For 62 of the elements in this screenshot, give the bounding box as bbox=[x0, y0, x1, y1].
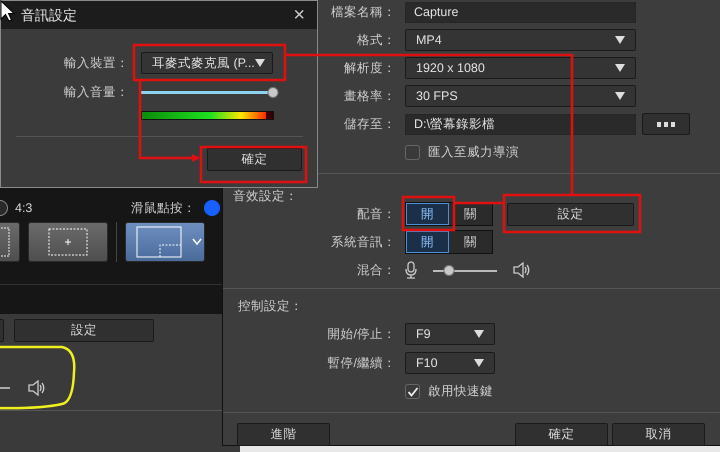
field-label: 畫格率： bbox=[344, 88, 396, 105]
field-label: 開始/停止： bbox=[328, 326, 396, 343]
caret-icon bbox=[474, 330, 484, 338]
mix-slider[interactable] bbox=[433, 264, 497, 276]
text-field[interactable]: Capture bbox=[405, 2, 636, 22]
mouse-click-label: 滑鼠點按： bbox=[131, 200, 196, 217]
dropdown[interactable]: F10 bbox=[405, 352, 495, 374]
dialog-title: 音訊設定 bbox=[21, 6, 77, 24]
dropdown[interactable]: F9 bbox=[405, 323, 495, 346]
connector-line bbox=[454, 202, 504, 204]
field-label: 系統音訊： bbox=[331, 234, 396, 251]
dropdown[interactable]: 30 FPS bbox=[405, 85, 636, 107]
window-region-button[interactable] bbox=[125, 222, 205, 262]
dashed-frame-plus-icon bbox=[47, 227, 89, 257]
window-frame-icon bbox=[136, 226, 182, 258]
field-label: 暫停/繼續： bbox=[328, 354, 396, 372]
volume-slider[interactable] bbox=[141, 86, 278, 98]
radio-label: 4:3 bbox=[15, 200, 32, 217]
dropdown[interactable]: 耳麥式麥克風 (P... bbox=[141, 52, 273, 74]
checkbox-label: 匯入至威力導演 bbox=[428, 144, 519, 161]
advanced-button[interactable]: 進階 bbox=[237, 422, 330, 446]
section-label: 控制設定： bbox=[238, 298, 304, 315]
checkbox-label: 啟用快速鍵 bbox=[428, 383, 493, 400]
toggle-dot[interactable] bbox=[204, 200, 220, 216]
cancel-button[interactable]: 取消 bbox=[612, 422, 705, 446]
speaker-icon bbox=[28, 380, 46, 396]
close-button[interactable]: × bbox=[293, 5, 305, 25]
ok-button[interactable]: 確定 bbox=[207, 148, 302, 171]
field-label: 儲存至： bbox=[344, 116, 396, 133]
dropdown[interactable]: 1920 x 1080 bbox=[405, 57, 636, 79]
settings-button[interactable]: 設定 bbox=[507, 202, 634, 226]
field-label: 輸入裝置： bbox=[63, 54, 129, 72]
field-label: 輸入音量： bbox=[63, 84, 129, 101]
check-icon bbox=[406, 386, 418, 398]
field-label: 混合： bbox=[357, 262, 396, 279]
microphone-icon bbox=[405, 261, 417, 279]
toggle-option[interactable]: 開 bbox=[406, 231, 449, 253]
caret-icon bbox=[615, 64, 625, 72]
more-icon bbox=[657, 122, 675, 126]
dropdown[interactable]: MP4 bbox=[405, 29, 636, 51]
field-label: 配音： bbox=[357, 206, 396, 223]
caret-icon bbox=[474, 359, 484, 368]
custom-region-button[interactable] bbox=[28, 222, 108, 262]
checkbox[interactable] bbox=[405, 144, 420, 160]
path-field[interactable]: D:\螢幕錄影檔 bbox=[405, 114, 636, 134]
speaker-icon bbox=[513, 262, 531, 278]
section-label: 音效設定： bbox=[233, 188, 299, 205]
dashed-frame-icon bbox=[0, 227, 12, 257]
caret-icon bbox=[615, 92, 625, 100]
field-label: 檔案名稱： bbox=[331, 4, 396, 21]
browse-button[interactable] bbox=[642, 113, 690, 135]
highlight-frame bbox=[402, 196, 456, 232]
caret-icon bbox=[254, 59, 265, 67]
toggle-option[interactable]: 開 bbox=[406, 203, 449, 225]
caret-icon bbox=[615, 36, 625, 44]
ok-button[interactable]: 確定 bbox=[515, 422, 608, 446]
chevron-icon bbox=[192, 238, 202, 246]
pointer-cursor-icon bbox=[0, 0, 16, 22]
checkbox[interactable] bbox=[405, 384, 420, 400]
field-label: 解析度： bbox=[344, 60, 396, 77]
settings-button[interactable]: 設定 bbox=[14, 319, 154, 342]
field-label: 格式： bbox=[357, 32, 396, 49]
